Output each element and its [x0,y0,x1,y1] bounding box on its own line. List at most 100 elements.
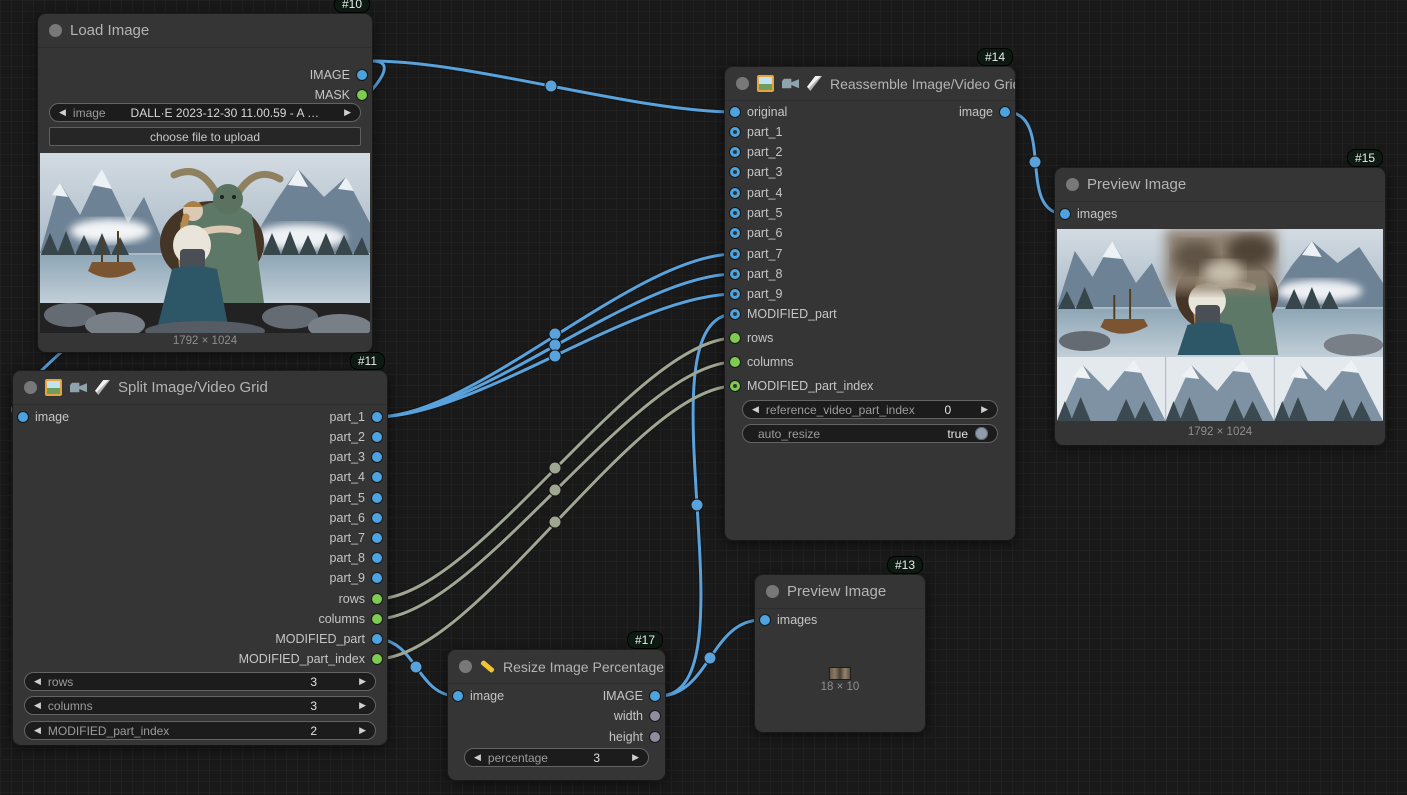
image-selector-widget[interactable]: ◀ image DALL·E 2023-12-30 11.00.59 - A …… [49,103,361,122]
reference-video-part-index-widget[interactable]: ◀ reference_video_part_index 0 ▶ [742,400,998,419]
link-dot[interactable] [549,339,561,351]
choose-file-button[interactable]: choose file to upload [49,127,361,146]
node-header[interactable]: Resize Image Percentage [448,650,665,684]
slot-label: part_6 [330,511,365,525]
widget-value: true [947,427,968,441]
link-dot[interactable] [1029,156,1041,168]
node-header[interactable]: Load Image [38,14,372,48]
output-port[interactable] [372,493,382,503]
collapse-dot[interactable] [459,660,472,673]
link-dot[interactable] [549,462,561,474]
widget-value: 3 [593,751,600,765]
input-port[interactable] [730,228,740,238]
image-icon [45,379,62,396]
output-port[interactable] [372,654,382,664]
node-title: Split Image/Video Grid [118,379,268,396]
output-port[interactable] [372,553,382,563]
input-port[interactable] [730,333,740,343]
percentage-widget[interactable]: ◀ percentage 3 ▶ [464,748,649,767]
output-slot-modified-part-index: MODIFIED_part_index [239,649,382,669]
output-port[interactable] [372,412,382,422]
input-port[interactable] [730,269,740,279]
collapse-dot[interactable] [49,24,62,37]
input-slot-rows: rows [730,328,773,348]
input-port[interactable] [730,107,740,117]
node-header[interactable]: Preview Image [755,575,925,609]
auto-resize-toggle[interactable]: auto_resize true [742,424,998,443]
columns-widget[interactable]: ◀ columns 3 ▶ [24,696,376,715]
node-header[interactable]: Preview Image [1055,168,1385,202]
output-port[interactable] [372,594,382,604]
link-dot[interactable] [549,484,561,496]
node-reassemble-grid[interactable]: #14 Reassemble Image/Video Grid original… [725,67,1015,540]
input-port[interactable] [730,357,740,367]
collapse-dot[interactable] [766,585,779,598]
output-slot-part7: part_7 [330,528,382,548]
decrement-icon[interactable]: ◀ [474,749,481,766]
output-port[interactable] [372,472,382,482]
input-port[interactable] [730,289,740,299]
link-dot[interactable] [704,652,716,664]
collapse-dot[interactable] [24,381,37,394]
input-port[interactable] [730,167,740,177]
node-title: Reassemble Image/Video Grid [830,76,1015,92]
output-port[interactable] [372,533,382,543]
node-preview-image-small[interactable]: #13 Preview Image images 18 × 10 [755,575,925,732]
output-port[interactable] [650,732,660,742]
collapse-dot[interactable] [736,77,749,90]
node-header[interactable]: Split Image/Video Grid [13,371,387,405]
output-port[interactable] [372,573,382,583]
output-port[interactable] [1000,107,1010,117]
input-port[interactable] [453,691,463,701]
increment-icon[interactable]: ▶ [981,401,988,418]
decrement-icon[interactable]: ◀ [34,697,41,714]
input-port[interactable] [730,188,740,198]
link-dot[interactable] [549,516,561,528]
output-port[interactable] [372,614,382,624]
decrement-icon[interactable]: ◀ [34,722,41,739]
node-header[interactable]: Reassemble Image/Video Grid [725,67,1015,101]
link-dot[interactable] [549,350,561,362]
increment-icon[interactable]: ▶ [359,673,366,690]
decrement-icon[interactable]: ◀ [34,673,41,690]
node-resize-image-percentage[interactable]: #17 Resize Image Percentage image IMAGE … [448,650,665,780]
node-split-grid[interactable]: #11 Split Image/Video Grid image part_1 … [13,371,387,745]
toggle-knob[interactable] [975,427,988,440]
slot-label: part_9 [747,287,782,301]
graph-canvas[interactable]: { "icons": { "arrow_left": "◀", "arrow_r… [0,0,1407,795]
increment-icon[interactable]: ▶ [359,697,366,714]
link-dot[interactable] [549,328,561,340]
next-image-icon[interactable]: ▶ [344,104,351,121]
input-port[interactable] [730,208,740,218]
rows-widget[interactable]: ◀ rows 3 ▶ [24,672,376,691]
output-port[interactable] [650,711,660,721]
output-port[interactable] [372,513,382,523]
output-slot-columns: columns [318,609,382,629]
increment-icon[interactable]: ▶ [359,722,366,739]
link-dot[interactable] [691,499,703,511]
output-port[interactable] [357,70,367,80]
prev-image-icon[interactable]: ◀ [59,104,66,121]
input-port[interactable] [730,147,740,157]
increment-icon[interactable]: ▶ [632,749,639,766]
node-load-image[interactable]: #10 Load Image IMAGE MASK ◀ image DALL·E… [38,14,372,352]
output-port[interactable] [357,90,367,100]
link-dot[interactable] [410,661,422,673]
collapse-dot[interactable] [1066,178,1079,191]
output-port[interactable] [372,452,382,462]
decrement-icon[interactable]: ◀ [752,401,759,418]
input-port[interactable] [730,249,740,259]
link-dot[interactable] [545,80,557,92]
input-port[interactable] [760,615,770,625]
input-port[interactable] [730,309,740,319]
output-port[interactable] [372,634,382,644]
input-port[interactable] [18,412,28,422]
node-preview-image-large[interactable]: #15 Preview Image images [1055,168,1385,445]
output-port[interactable] [372,432,382,442]
input-port[interactable] [730,127,740,137]
modified-part-index-widget[interactable]: ◀ MODIFIED_part_index 2 ▶ [24,721,376,740]
artwork-reassembled [1057,229,1383,421]
input-port[interactable] [1060,209,1070,219]
output-port[interactable] [650,691,660,701]
input-port[interactable] [730,381,740,391]
